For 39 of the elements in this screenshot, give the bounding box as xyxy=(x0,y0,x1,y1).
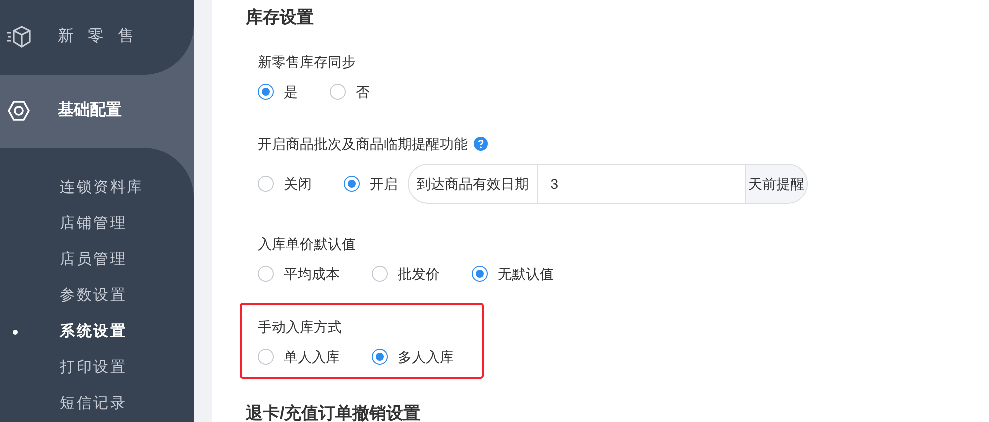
radio-button[interactable] xyxy=(372,349,388,365)
radio-button[interactable] xyxy=(258,176,274,192)
input-suffix: 天前提醒 xyxy=(744,165,807,203)
days-input[interactable]: 3 xyxy=(538,165,745,203)
submenu-item[interactable]: 系统设置 xyxy=(0,314,194,350)
submenu-item[interactable]: 店铺管理 xyxy=(0,206,194,242)
radio-option[interactable]: 是 xyxy=(258,82,298,102)
radio-option[interactable]: 关闭 xyxy=(258,174,312,194)
settings-icon xyxy=(8,100,30,122)
radio-button[interactable] xyxy=(472,266,488,282)
radio-button[interactable] xyxy=(258,84,274,100)
radio-button[interactable] xyxy=(330,84,346,100)
submenu-item[interactable]: 店员管理 xyxy=(0,242,194,278)
setting-label: 入库单价默认值 xyxy=(258,234,356,254)
submenu-item[interactable]: 参数设置 xyxy=(0,278,194,314)
submenu-item[interactable]: 连锁资料库 xyxy=(0,170,194,206)
radio-option[interactable]: 批发价 xyxy=(372,264,440,284)
section-title: 库存设置 xyxy=(246,7,315,30)
radio-button[interactable] xyxy=(258,349,274,365)
radio-option[interactable]: 无默认值 xyxy=(472,264,554,284)
radio-button[interactable] xyxy=(372,266,388,282)
setting-label: 开启商品批次及商品临期提醒功能 xyxy=(258,134,468,154)
radio-option[interactable]: 单人入库 xyxy=(258,346,340,368)
setting-label: 新零售库存同步 xyxy=(258,52,356,72)
input-prefix: 到达商品有效日期 xyxy=(409,165,538,203)
help-icon[interactable] xyxy=(474,137,488,151)
radio-button[interactable] xyxy=(258,266,274,282)
radio-button[interactable] xyxy=(344,176,360,192)
radio-option[interactable]: 开启 xyxy=(344,174,398,194)
setting-label: 手动入库方式 xyxy=(258,318,342,336)
menu-item[interactable]: 新 零 售 xyxy=(0,0,194,75)
box-icon xyxy=(6,25,32,50)
radio-option[interactable]: 多人入库 xyxy=(372,346,454,368)
radio-option[interactable]: 否 xyxy=(330,82,370,102)
submenu-item[interactable]: 打印设置 xyxy=(0,350,194,386)
section-title: 退卡/充值订单撤销设置 xyxy=(246,403,422,422)
radio-option[interactable]: 平均成本 xyxy=(258,264,340,284)
expiry-input-group[interactable]: 到达商品有效日期 3 天前提醒 xyxy=(408,164,808,204)
submenu-item[interactable]: 短信记录 xyxy=(0,386,194,422)
